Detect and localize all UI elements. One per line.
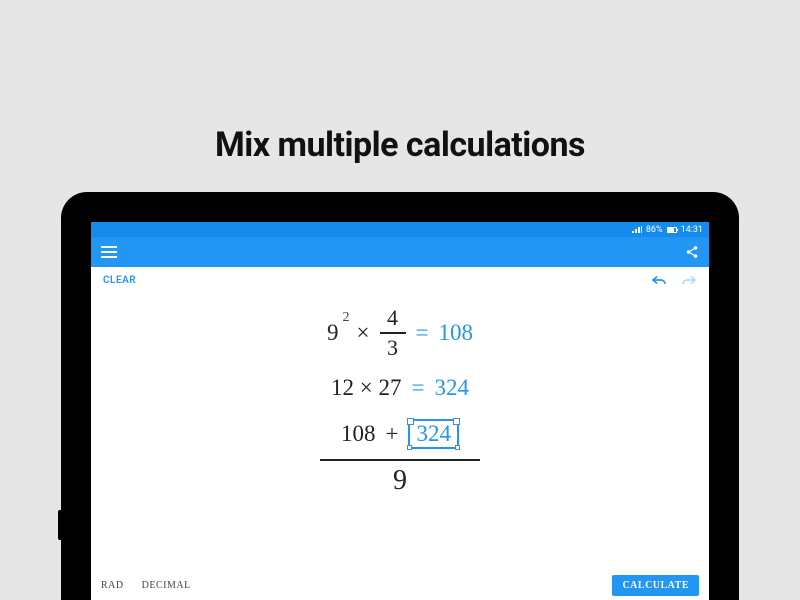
battery-icon bbox=[667, 227, 677, 233]
eq2-lhs: 12 × 27 bbox=[331, 375, 401, 401]
eq1-result: 108 bbox=[438, 320, 473, 346]
clear-button[interactable]: CLEAR bbox=[103, 275, 136, 286]
marketing-headline: Mix multiple calculations bbox=[0, 125, 800, 165]
fraction-bar bbox=[320, 459, 480, 461]
status-time: 14:31 bbox=[681, 225, 703, 235]
toolbar: CLEAR bbox=[91, 267, 709, 293]
bottom-bar: RAD DECIMAL CALCULATE bbox=[91, 570, 709, 600]
eq1-equals: = bbox=[416, 320, 429, 346]
tablet-frame: 86% 14:31 CLEAR 9 bbox=[61, 192, 739, 600]
eq1-op: × bbox=[357, 320, 370, 346]
selection-box[interactable]: 324 bbox=[408, 419, 459, 449]
eq3-b: 324 bbox=[416, 421, 451, 446]
eq2-equals: = bbox=[412, 375, 425, 401]
number-mode-toggle[interactable]: DECIMAL bbox=[142, 580, 191, 591]
battery-percent: 86% bbox=[646, 225, 663, 235]
tablet-screen: 86% 14:31 CLEAR 9 bbox=[91, 222, 709, 600]
eq3-op: + bbox=[386, 421, 399, 447]
equation-row-1: 9 2 × 4 3 = 108 bbox=[91, 307, 709, 359]
eq1-fraction: 4 3 bbox=[380, 307, 406, 359]
math-canvas[interactable]: 9 2 × 4 3 = 108 12 × 27 = 324 108 + bbox=[91, 293, 709, 600]
eq3-denominator: 9 bbox=[91, 465, 709, 497]
eq1-frac-num: 4 bbox=[387, 307, 398, 329]
eq3-a: 108 bbox=[341, 421, 376, 447]
signal-icon bbox=[632, 226, 642, 234]
eq1-exponent: 2 bbox=[343, 310, 350, 326]
undo-icon[interactable] bbox=[651, 274, 667, 286]
menu-icon[interactable] bbox=[101, 246, 117, 258]
eq2-result: 324 bbox=[434, 375, 469, 401]
eq1-base: 9 bbox=[327, 320, 339, 345]
calculate-button[interactable]: CALCULATE bbox=[612, 575, 699, 596]
eq1-frac-den: 3 bbox=[387, 337, 398, 359]
angle-mode-toggle[interactable]: RAD bbox=[101, 580, 124, 591]
app-bar bbox=[91, 237, 709, 267]
tablet-power-button bbox=[58, 510, 61, 540]
redo-icon[interactable] bbox=[681, 274, 697, 286]
status-bar: 86% 14:31 bbox=[91, 222, 709, 237]
equation-row-2: 12 × 27 = 324 bbox=[91, 375, 709, 401]
equation-row-3: 108 + 324 bbox=[91, 419, 709, 449]
share-icon[interactable] bbox=[685, 245, 699, 259]
